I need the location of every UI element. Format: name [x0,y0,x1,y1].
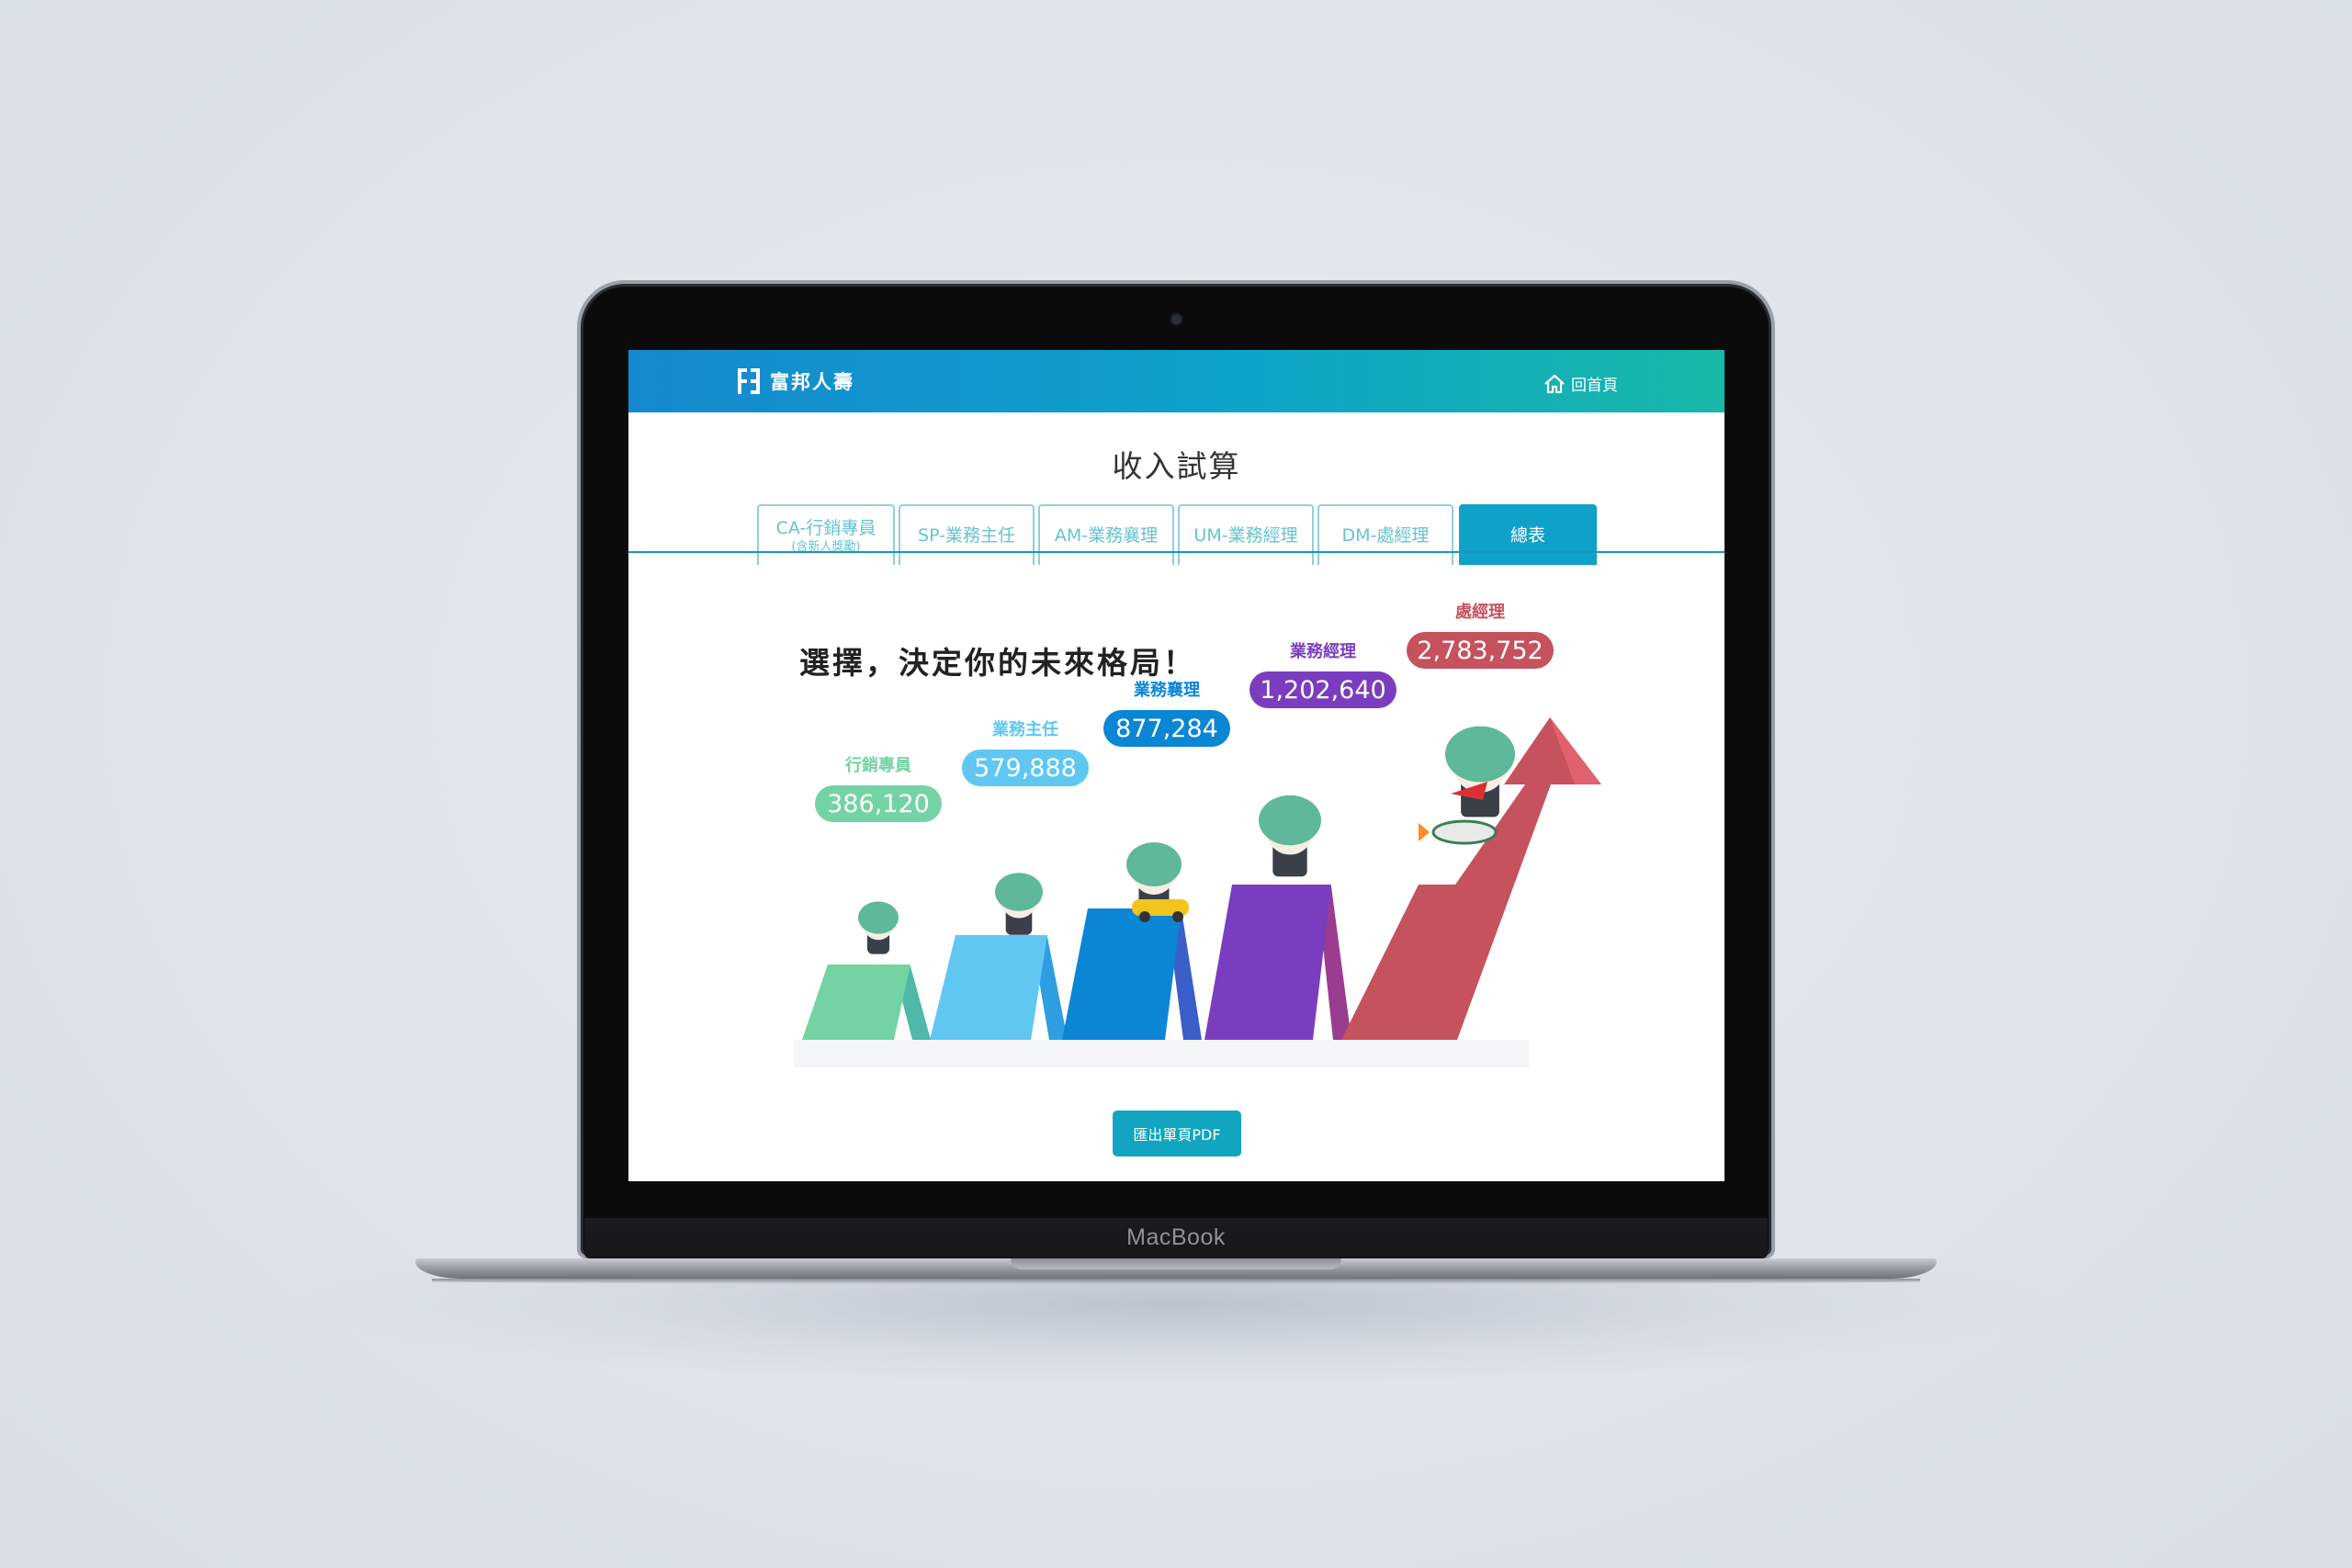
mascot-hair [1126,842,1182,886]
chart-category-label: 業務經理 [1289,641,1356,661]
export-pdf-button[interactable]: 匯出單頁PDF [1113,1111,1241,1156]
car-wheel [1172,911,1183,922]
chart-bar [1062,908,1182,1040]
laptop-shadow [276,1268,2076,1387]
chart-bar [930,935,1047,1040]
chart-data-label: 579,888 [974,754,1077,783]
chart-category-label: 業務主任 [991,719,1058,739]
laptop-hinge-notch [1011,1258,1341,1269]
rocket-icon [1431,819,1498,845]
income-chart: 行銷專員 386,120 業務主任 579,888 業務襄理 877,284 業務經理 1,2… [794,602,1601,1067]
mascot-hair [858,901,899,934]
chart-data-label: 386,120 [827,790,930,818]
chart-data-label: 877,284 [1115,715,1218,743]
chart-category-label: 處經理 [1455,602,1505,622]
mascot-hair [1445,726,1515,783]
mascot-hair [995,873,1043,911]
car-wheel [1139,911,1150,922]
laptop-base-edge [432,1279,1920,1284]
chart-category-label: 業務襄理 [1133,680,1200,700]
mascot-hair [1259,795,1321,846]
device-brand-label: MacBook [1126,1224,1226,1250]
chart-bar [802,964,910,1040]
chart-data-label: 1,202,640 [1260,676,1385,705]
app-screen: 富邦人壽 回首頁 收入試算 CA-行銷專員 (含新人獎勵) SP-業務主任 AM… [628,350,1724,1181]
rocket-flame-icon [1419,823,1430,841]
chart-floor-reflection [794,1040,1529,1067]
chart-bar [1204,885,1331,1040]
chart-category-label: 行銷專員 [844,755,911,775]
chart-data-label: 2,783,752 [1417,637,1543,665]
camera-icon [1171,314,1182,324]
